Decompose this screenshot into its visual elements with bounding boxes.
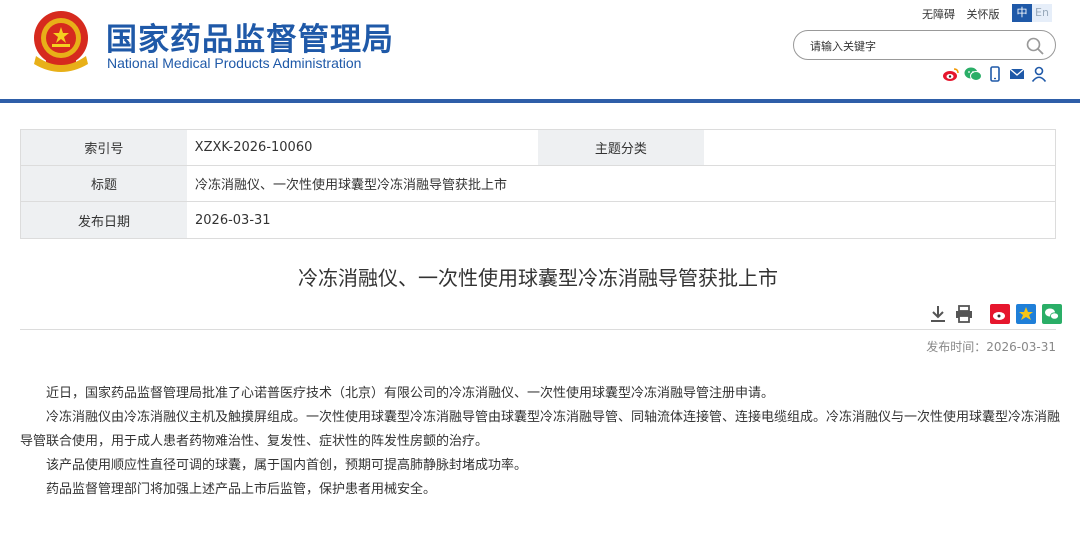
- category-label: 主题分类: [538, 130, 704, 165]
- info-row-title: 标题 冷冻消融仪、一次性使用球囊型冷冻消融导管获批上市: [21, 166, 1055, 202]
- lang-en-button[interactable]: En: [1032, 4, 1052, 22]
- index-label: 索引号: [21, 130, 187, 165]
- social-links: [942, 66, 1048, 82]
- user-icon[interactable]: [1030, 66, 1048, 82]
- date-value: 2026-03-31: [195, 212, 271, 228]
- article-body: 近日，国家药品监督管理局批准了心诺普医疗技术（北京）有限公司的冷冻消融仪、一次性…: [20, 382, 1060, 502]
- paragraph: 药品监督管理部门将加强上述产品上市后监管，保护患者用械安全。: [46, 482, 437, 497]
- site-header: 国家药品监督管理局 National Medical Products Admi…: [0, 0, 1080, 100]
- paragraph: 该产品使用顺应性直径可调的球囊，属于国内首创，预期可提高肺静脉封堵成功率。: [46, 458, 528, 473]
- title-label: 标题: [21, 166, 187, 201]
- search-input[interactable]: [810, 37, 1020, 55]
- article-divider: [20, 329, 1056, 330]
- info-table: 索引号 XZXK-2026-10060 主题分类 标题 冷冻消融仪、一次性使用球…: [20, 129, 1056, 239]
- lang-zh-button[interactable]: 中: [1012, 4, 1032, 22]
- weibo-share-icon[interactable]: [990, 304, 1010, 324]
- search-box: [793, 30, 1056, 60]
- mobile-icon[interactable]: [986, 66, 1004, 82]
- wechat-share-icon[interactable]: [1042, 304, 1062, 324]
- header-divider: [0, 99, 1080, 103]
- favorite-icon[interactable]: [1016, 304, 1036, 324]
- article-tools: [928, 304, 1068, 324]
- info-row-date: 发布日期 2026-03-31: [21, 202, 1055, 238]
- accessibility-link[interactable]: 无障碍: [922, 8, 955, 21]
- title-value: 冷冻消融仪、一次性使用球囊型冷冻消融导管获批上市: [195, 178, 508, 193]
- info-row-index: 索引号 XZXK-2026-10060 主题分类: [21, 130, 1055, 166]
- index-value: XZXK-2026-10060: [194, 140, 313, 155]
- site-title-cn[interactable]: 国家药品监督管理局: [106, 14, 394, 59]
- national-emblem-icon: [34, 11, 88, 72]
- category-value: [704, 130, 1055, 165]
- top-links: 无障碍 关怀版: [922, 6, 1008, 22]
- care-mode-link[interactable]: 关怀版: [967, 8, 1000, 21]
- weibo-icon[interactable]: [942, 66, 960, 82]
- article-title: 冷冻消融仪、一次性使用球囊型冷冻消融导管获批上市: [298, 266, 778, 290]
- site-title-en[interactable]: National Medical Products Administration: [107, 55, 361, 71]
- mail-icon[interactable]: [1008, 66, 1026, 82]
- publish-time: 发布时间：2026-03-31: [926, 340, 1056, 354]
- paragraph: 冷冻消融仪由冷冻消融仪主机及触摸屏组成。一次性使用球囊型冷冻消融导管由球囊型冷冻…: [20, 410, 1061, 449]
- wechat-icon[interactable]: [964, 66, 982, 82]
- search-icon[interactable]: [1025, 36, 1045, 56]
- language-switch: 中 En: [1012, 4, 1052, 22]
- print-icon[interactable]: [954, 304, 974, 324]
- date-label: 发布日期: [21, 202, 187, 238]
- paragraph: 近日，国家药品监督管理局批准了心诺普医疗技术（北京）有限公司的冷冻消融仪、一次性…: [46, 386, 775, 401]
- download-icon[interactable]: [928, 304, 948, 324]
